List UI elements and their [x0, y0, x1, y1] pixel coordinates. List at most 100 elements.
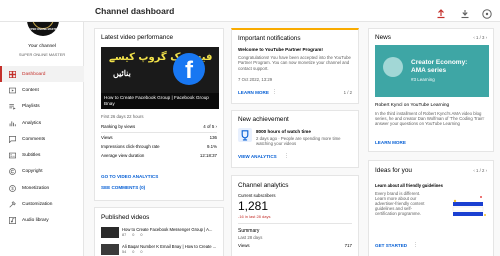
- learn-more-link[interactable]: LEARN MORE: [238, 90, 269, 95]
- stat-value: 4 of 5 ›: [203, 124, 217, 129]
- learn-more-link[interactable]: LEARN MORE: [375, 140, 406, 145]
- sidebar-item-customization[interactable]: Customization: [0, 196, 84, 212]
- thumbnail-urdu-line-2: بنائیں: [113, 69, 131, 78]
- news-body: In the third installment of Robert Kyncl…: [375, 111, 485, 127]
- thumbnail-caption: How to Create Facebook Group | Facebook …: [101, 93, 219, 109]
- latest-video-card: Latest video performance فیس بک گروپ کیس…: [94, 28, 224, 201]
- notification-body: Congratulations! You have been accepted …: [238, 55, 351, 71]
- news-card: News ‹ 1 / 3 › Creator Economy: AMA seri…: [368, 28, 494, 152]
- notification-date: 7 Oct 2022, 13:29: [238, 77, 273, 82]
- stat-label: Views: [101, 135, 113, 140]
- video-title: Ali Baqar Number K Email Bnay | How to C…: [122, 244, 217, 249]
- comments-icon: [9, 135, 16, 143]
- sidebar-item-label: Playlists: [22, 104, 40, 110]
- notification-heading: Welcome to YouTube Partner Program!: [238, 47, 323, 52]
- sidebar-item-dashboard[interactable]: Dashboard: [0, 66, 84, 83]
- channel-analytics-card: Channel analytics Current subscribers 1,…: [231, 175, 359, 256]
- more-vert-icon[interactable]: ⋮: [413, 242, 418, 248]
- sidebar-item-label: Monetization: [22, 185, 50, 191]
- subscribers-count: 1,281: [238, 199, 269, 213]
- ideas-illustration: [445, 193, 489, 223]
- published-video-row[interactable]: Ali Baqar Number K Email Bnay | How to C…: [101, 244, 219, 256]
- published-videos-card: Published videos How to Create Facebook …: [94, 207, 224, 256]
- divider: [238, 223, 352, 224]
- analytics-icon: [9, 120, 16, 127]
- ideas-heading: Learn about all friendly guidelines: [375, 183, 443, 188]
- sidebar-item-audio-library[interactable]: Audio library: [0, 213, 84, 229]
- get-started-link[interactable]: GET STARTED: [375, 243, 407, 248]
- video-title: How to Create Facebook Messenger Group |…: [122, 227, 213, 232]
- card-title: Published videos: [101, 214, 150, 221]
- subscribers-label: Current subscribers: [238, 193, 276, 198]
- sidebar: SM SUPER ONLINE MASTER Your channel SUPE…: [0, 0, 84, 256]
- sidebar-item-subtitles[interactable]: Subtitles: [0, 147, 84, 163]
- content-icon: [9, 87, 16, 94]
- divider: [101, 132, 217, 133]
- stat-label: Average view duration: [101, 153, 145, 158]
- views-count: 87: [122, 233, 127, 237]
- published-video-row[interactable]: How to Create Facebook Messenger Group |…: [101, 227, 219, 241]
- stat-row: Ranking by views 4 of 5 ›: [101, 124, 217, 129]
- first-days-label: First 26 days 22 hours: [101, 114, 144, 119]
- monetization-icon: $: [9, 184, 16, 192]
- banner-graphic: [383, 57, 403, 77]
- avatar-caption: SUPER ONLINE MASTER: [27, 28, 59, 31]
- sidebar-item-comments[interactable]: Comments: [0, 131, 84, 147]
- customization-icon: [9, 201, 16, 208]
- video-thumbnail: [101, 227, 119, 238]
- page-title: Channel dashboard: [95, 6, 175, 16]
- stat-value: 9.1%: [206, 144, 217, 149]
- sidebar-item-copyright[interactable]: Copyright: [0, 164, 84, 180]
- upload-icon[interactable]: [436, 6, 446, 19]
- sidebar-item-label: Content: [22, 87, 39, 93]
- sidebar-item-playlists[interactable]: Playlists: [0, 99, 84, 115]
- stat-value: 12:18:37: [199, 153, 217, 158]
- playlist-icon: [9, 103, 16, 110]
- chevron-right-icon[interactable]: ›: [216, 124, 217, 129]
- banner-title: Creator Economy: AMA series: [411, 59, 468, 74]
- card-title: New achievement: [238, 116, 289, 123]
- sidebar-item-label: Analytics: [22, 120, 42, 126]
- subscribers-delta: -16 in last 28 days: [238, 214, 271, 219]
- copyright-icon: [9, 168, 16, 176]
- go-to-video-analytics-link[interactable]: GO TO VIDEO ANALYTICS: [101, 174, 158, 179]
- trophy-icon: [238, 128, 252, 142]
- views-count: 54: [122, 250, 127, 254]
- more-vert-icon[interactable]: ⋮: [284, 153, 289, 159]
- view-analytics-link[interactable]: VIEW ANALYTICS: [238, 154, 277, 159]
- stat-row: Average view duration 12:18:37: [101, 153, 217, 158]
- sidebar-nav: Dashboard Content Playlists Analytics Co…: [0, 66, 84, 229]
- help-icon[interactable]: [482, 6, 492, 19]
- ideas-counter: ‹ 1 / 2 ›: [473, 168, 487, 173]
- achievement-card: New achievement 8000 hours of watch time…: [231, 110, 359, 168]
- notification-counter: 1 / 2: [343, 90, 352, 95]
- sidebar-item-label: Dashboard: [22, 71, 46, 77]
- channel-label: Your channel: [28, 44, 56, 49]
- facebook-logo-icon: f: [173, 53, 205, 85]
- card-title: News: [375, 34, 391, 41]
- likes-count: 0: [140, 233, 143, 237]
- notifications-card: Important notifications Welcome to YouTu…: [231, 28, 359, 104]
- news-banner[interactable]: Creator Economy: AMA series #3 Learning: [375, 45, 489, 97]
- news-counter: ‹ 1 / 3 ›: [473, 35, 487, 40]
- sidebar-item-content[interactable]: Content: [0, 82, 84, 98]
- comments-count: 0: [132, 250, 135, 254]
- sidebar-item-label: Copyright: [22, 169, 43, 175]
- video-thumbnail[interactable]: فیس بک گروپ کیسے بنائیں f How to Create …: [101, 47, 219, 109]
- sidebar-item-label: Comments: [22, 136, 46, 142]
- video-stats: 87 0 0: [122, 233, 142, 237]
- summary-title: Summary: [238, 228, 260, 234]
- stat-row: Views 136: [101, 135, 217, 140]
- card-title: Ideas for you: [375, 167, 412, 174]
- views-label: Views: [238, 243, 250, 248]
- video-stats: 54 0 0: [122, 250, 142, 254]
- card-title: Important notifications: [238, 35, 301, 42]
- more-vert-icon[interactable]: ⋮: [272, 89, 277, 95]
- see-comments-link[interactable]: SEE COMMENTS (0): [101, 185, 145, 190]
- live-icon[interactable]: [460, 6, 470, 19]
- audio-library-icon: [9, 217, 16, 225]
- sidebar-item-monetization[interactable]: $ Monetization: [0, 180, 84, 196]
- views-value: 717: [344, 243, 352, 248]
- stat-value: 136: [209, 135, 217, 140]
- sidebar-item-analytics[interactable]: Analytics: [0, 115, 84, 131]
